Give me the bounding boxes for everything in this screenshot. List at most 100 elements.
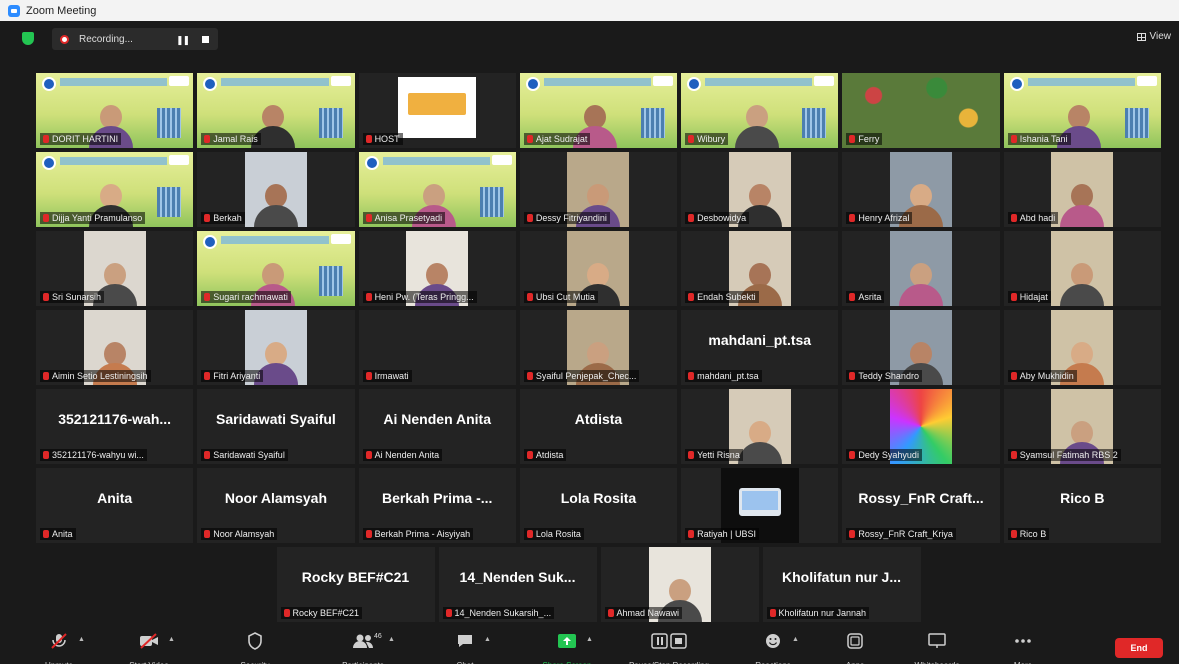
participant-name-label: Ajat Sudrajat <box>523 133 591 145</box>
participant-tile[interactable]: Rossy_FnR Craft... Rossy_FnR Craft_Kriya <box>842 468 1000 543</box>
participant-tile[interactable]: Atdista Atdista <box>519 389 678 464</box>
end-meeting-button[interactable]: End <box>1115 638 1163 658</box>
participant-tile[interactable]: Irmawati <box>358 310 516 385</box>
recording-controls-icon <box>651 633 687 649</box>
participant-video <box>398 77 477 138</box>
participant-tile[interactable]: Ratiyah | UBSI <box>681 468 839 543</box>
participant-name-label: 14_Nenden Sukarsih_... <box>442 607 555 619</box>
participant-tile[interactable]: Heni Pw. (Teras Pringg... <box>358 231 516 306</box>
participant-tile[interactable]: Syaiful Penjepak_Chec... <box>519 310 678 385</box>
participant-tile[interactable]: Anita Anita <box>36 468 194 543</box>
gallery-grid-icon <box>1136 32 1146 41</box>
stop-recording-icon[interactable] <box>202 36 209 43</box>
apps-icon <box>846 632 864 650</box>
participant-tile[interactable]: Ferry <box>842 73 1000 148</box>
security-button[interactable]: Security <box>210 632 300 664</box>
participant-tile[interactable]: Dijja Yanti Pramulanso <box>36 152 194 227</box>
gallery-grid: DORIT HARTINI Jamal Rais HOST Ajat Sudrajat… <box>36 73 1161 626</box>
share-screen-button[interactable]: ▲Share Screen <box>522 632 612 664</box>
options-caret-icon[interactable]: ▲ <box>586 636 593 643</box>
participant-tile[interactable]: DORIT HARTINI <box>36 73 194 148</box>
participant-name-label: DORIT HARTINI <box>40 133 122 145</box>
participant-tile[interactable]: mahdani_pt.tsa mahdani_pt.tsa <box>681 310 839 385</box>
participant-name-label: Ahmad Nawawi <box>604 607 683 619</box>
encryption-shield-icon[interactable] <box>22 32 34 45</box>
participant-tile[interactable]: Henry Afrizal <box>842 152 1000 227</box>
apps-button[interactable]: Apps <box>810 632 900 664</box>
participant-tile[interactable]: Dessy Fitriyandini <box>519 152 678 227</box>
participant-name-label: 352121176-wahyu wi... <box>40 449 147 461</box>
participant-tile[interactable]: Anisa Prasetyadi <box>358 152 516 227</box>
participant-tile[interactable]: Berkah <box>197 152 355 227</box>
options-caret-icon[interactable]: ▲ <box>168 636 175 643</box>
whiteboards-button[interactable]: Whiteboards <box>892 632 982 664</box>
participant-tile[interactable]: Yetti Risna <box>681 389 839 464</box>
participant-tile[interactable]: Ajat Sudrajat <box>519 73 678 148</box>
view-button[interactable]: View <box>1136 31 1171 42</box>
participant-tile[interactable]: Dedy Syahyudi <box>842 389 1000 464</box>
participant-name-label: Abd hadi <box>1007 212 1059 224</box>
banner-tag <box>330 234 351 244</box>
institution-logo-icon <box>203 235 218 249</box>
unmute-button[interactable]: ▲Unmute <box>14 632 104 664</box>
participant-tile[interactable]: Asrita <box>842 231 1000 306</box>
options-caret-icon[interactable]: ▲ <box>388 636 395 643</box>
gallery-row: 352121176-wah... 352121176-wahyu wi... Sar… <box>36 389 1161 464</box>
participant-name-label: Anita <box>40 528 76 540</box>
participant-tile[interactable]: 352121176-wah... 352121176-wahyu wi... <box>36 389 194 464</box>
participant-tile[interactable]: Syamsul Fatimah RBS 2 <box>1003 389 1161 464</box>
options-caret-icon[interactable]: ▲ <box>484 636 491 643</box>
participant-tile[interactable]: Sri Sunarsih <box>36 231 194 306</box>
participant-tile[interactable]: 14_Nenden Suk... 14_Nenden Sukarsih_... <box>438 547 597 622</box>
participant-tile[interactable]: Endah Subekti <box>681 231 839 306</box>
participant-silhouette <box>734 105 779 148</box>
participant-tile[interactable]: Ai Nenden Anita Ai Nenden Anita <box>358 389 516 464</box>
institution-logo-icon <box>42 77 56 91</box>
participant-name-label: Ai Nenden Anita <box>362 449 443 461</box>
reactions-button[interactable]: ▲Reactions <box>728 632 818 664</box>
options-caret-icon[interactable]: ▲ <box>78 636 85 643</box>
participant-tile[interactable]: Noor Alamsyah Noor Alamsyah <box>197 468 355 543</box>
gallery-row: Dijja Yanti Pramulanso Berkah Anisa Praset… <box>36 152 1161 227</box>
participant-tile[interactable]: Jamal Rais <box>197 73 355 148</box>
pause-stop-recording-button[interactable]: Pause/Stop Recording <box>624 632 714 664</box>
participant-tile[interactable]: Teddy Shandro <box>842 310 1000 385</box>
participant-tile[interactable]: Hidajat <box>1003 231 1161 306</box>
start-video-button[interactable]: ▲Start Video <box>104 632 194 664</box>
participant-tile[interactable]: Sugari rachmawati <box>197 231 355 306</box>
participant-display-name: Atdista <box>574 411 623 427</box>
participant-name-label: Ferry <box>846 133 883 145</box>
participant-name-label: Sri Sunarsih <box>40 291 105 303</box>
participant-tile[interactable]: Ahmad Nawawi <box>600 547 759 622</box>
pause-recording-icon[interactable]: ❚❚ <box>176 35 190 46</box>
participant-tile[interactable]: Ubsi Cut Mutia <box>519 231 678 306</box>
participant-tile[interactable]: Saridawati Syaiful Saridawati Syaiful <box>197 389 355 464</box>
participant-tile[interactable]: Fitri Ariyanti <box>197 310 355 385</box>
chat-button[interactable]: ▲Chat <box>420 632 510 664</box>
options-caret-icon[interactable]: ▲ <box>792 636 799 643</box>
participant-display-name: Ai Nenden Anita <box>383 411 491 427</box>
participant-tile[interactable]: Aby Mukhidin <box>1003 310 1161 385</box>
participant-name-label: Heni Pw. (Teras Pringg... <box>362 291 477 303</box>
participant-display-name: Rocky BEF#C21 <box>301 569 410 585</box>
participant-tile[interactable]: Lola Rosita Lola Rosita <box>519 468 678 543</box>
participant-tile[interactable]: Aimin Setio Lestiningsih <box>36 310 194 385</box>
participants-button[interactable]: 46▲Participants <box>318 632 408 664</box>
participant-tile[interactable]: Abd hadi <box>1003 152 1161 227</box>
window-titlebar: Zoom Meeting <box>0 0 1179 21</box>
participant-name-label: Rocky BEF#C21 <box>280 607 363 619</box>
participant-tile[interactable]: HOST <box>358 73 516 148</box>
more-button[interactable]: More <box>978 632 1068 664</box>
participant-name-label: Dessy Fitriyandini <box>523 212 610 224</box>
participant-tile[interactable]: Wibury <box>681 73 839 148</box>
participant-name-label: mahdani_pt.tsa <box>685 370 762 382</box>
participant-tile[interactable]: Desbowidya <box>681 152 839 227</box>
banner-tag <box>1136 76 1157 86</box>
participant-tile[interactable]: Berkah Prima -... Berkah Prima - Aisyiyah <box>358 468 516 543</box>
building-graphic <box>318 266 343 296</box>
participant-tile[interactable]: Kholifatun nur J... Kholifatun nur Jannah <box>762 547 921 622</box>
participant-tile[interactable]: Rocky BEF#C21 Rocky BEF#C21 <box>276 547 435 622</box>
participant-name-label: Wibury <box>685 133 729 145</box>
participant-tile[interactable]: Ishania Tani <box>1003 73 1161 148</box>
participant-tile[interactable]: Rico B Rico B <box>1003 468 1161 543</box>
